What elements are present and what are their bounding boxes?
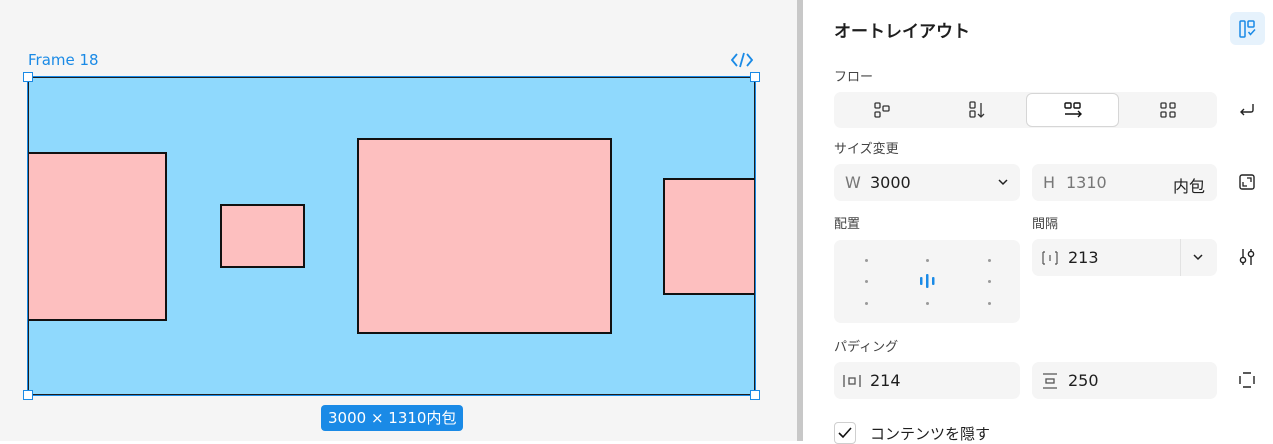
- padding-vertical-value: 250: [1068, 371, 1099, 390]
- auto-layout-panel: オートレイアウト フロー サイズ変更 W 3000 H 1310 内包 配置 間…: [803, 0, 1273, 444]
- chevron-down-icon[interactable]: [998, 178, 1008, 186]
- resize-handle-bottom-left[interactable]: [23, 390, 33, 400]
- height-value: 1310: [1066, 173, 1107, 192]
- align-middle-left[interactable]: [865, 280, 868, 283]
- auto-layout-frame[interactable]: [28, 77, 755, 395]
- height-mode[interactable]: 内包: [1173, 173, 1205, 197]
- design-canvas[interactable]: Frame 18 3000 × 1310内包: [0, 0, 797, 441]
- align-bottom-center[interactable]: [926, 302, 929, 305]
- padding-horizontal-field[interactable]: 214: [834, 362, 1020, 399]
- checkmark-icon: [838, 427, 852, 439]
- flow-option-horizontal[interactable]: [1026, 93, 1119, 127]
- code-icon[interactable]: [731, 51, 753, 69]
- wrap-icon: [1240, 104, 1254, 116]
- padding-vertical-icon: [1043, 373, 1057, 389]
- wrap-button[interactable]: [1233, 96, 1261, 124]
- panel-title: オートレイアウト: [834, 22, 970, 42]
- align-middle-right[interactable]: [988, 280, 991, 283]
- flow-option-vertical[interactable]: [930, 93, 1023, 127]
- child-rect-4[interactable]: [663, 178, 754, 295]
- flow-label: フロー: [834, 70, 874, 85]
- child-rect-1[interactable]: [29, 152, 167, 321]
- padding-sides-icon: [1239, 372, 1255, 388]
- align-bottom-right[interactable]: [988, 302, 991, 305]
- align-center-indicator-icon[interactable]: [919, 273, 936, 289]
- flow-option-free[interactable]: [835, 93, 928, 127]
- height-field[interactable]: H 1310 内包: [1032, 164, 1217, 201]
- align-top-center[interactable]: [926, 259, 929, 262]
- auto-layout-toggle-button[interactable]: [1230, 12, 1265, 45]
- resize-label: サイズ変更: [834, 142, 899, 157]
- padding-horizontal-icon: [843, 375, 861, 387]
- width-value: 3000: [870, 173, 911, 192]
- auto-layout-icon: [1238, 19, 1256, 38]
- align-label: 配置: [834, 217, 861, 232]
- grid-small-icon: [873, 102, 890, 118]
- resize-handle-top-left[interactable]: [23, 72, 33, 82]
- height-label: H: [1043, 173, 1056, 192]
- flow-option-grid[interactable]: [1121, 93, 1214, 127]
- gap-value: 213: [1068, 248, 1099, 267]
- align-top-right[interactable]: [988, 259, 991, 262]
- chevron-down-icon[interactable]: [1193, 253, 1203, 261]
- resize-to-fit-icon: [1239, 174, 1255, 190]
- gap-horizontal-icon: [1042, 251, 1058, 265]
- align-bottom-left[interactable]: [865, 302, 868, 305]
- padding-horizontal-value: 214: [870, 371, 901, 390]
- sliders-icon: [1239, 249, 1255, 265]
- width-field[interactable]: W 3000: [834, 164, 1020, 201]
- gap-field[interactable]: 213: [1032, 239, 1217, 276]
- resize-to-fit-button[interactable]: [1233, 168, 1261, 196]
- alignment-grid[interactable]: [834, 240, 1020, 323]
- child-rect-3[interactable]: [357, 138, 612, 334]
- flow-horizontal-icon: [1063, 102, 1082, 118]
- flow-vertical-icon: [968, 101, 984, 118]
- flow-segmented-control: [834, 92, 1217, 128]
- gap-label: 間隔: [1032, 217, 1059, 232]
- padding-vertical-field[interactable]: 250: [1032, 362, 1217, 399]
- padding-label: パディング: [834, 340, 899, 355]
- child-rect-2[interactable]: [220, 204, 305, 268]
- width-label: W: [845, 173, 861, 192]
- resize-handle-top-right[interactable]: [750, 72, 760, 82]
- grid-icon: [1159, 102, 1176, 118]
- individual-padding-button[interactable]: [1233, 366, 1261, 394]
- spacing-settings-button[interactable]: [1233, 243, 1261, 271]
- frame-name-label[interactable]: Frame 18: [28, 51, 99, 69]
- size-badge: 3000 × 1310内包: [321, 405, 464, 431]
- align-top-left[interactable]: [865, 259, 868, 262]
- resize-handle-bottom-right[interactable]: [750, 390, 760, 400]
